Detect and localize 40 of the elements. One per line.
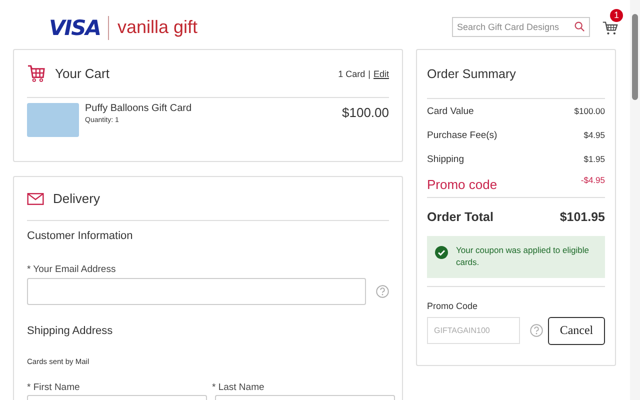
envelope-icon xyxy=(27,192,44,204)
section-heading: Shipping Address xyxy=(27,325,114,337)
edit-link[interactable]: Edit xyxy=(373,68,389,78)
line-amount: $4.95 xyxy=(584,130,605,140)
cart-icon[interactable] xyxy=(602,20,618,36)
field-label: * First Name xyxy=(27,382,81,393)
separator: | xyxy=(368,68,370,78)
promo-label: Promo Code xyxy=(427,286,605,311)
line-label: Purchase Fee(s) xyxy=(427,130,498,140)
item-name: Puffy Balloons Gift Card xyxy=(85,103,193,114)
gift-card-image xyxy=(27,103,79,137)
cart-count-badge: 1 xyxy=(610,8,623,22)
line-label: Promo code xyxy=(427,176,498,192)
search-icon[interactable] xyxy=(574,20,585,32)
line-amount: $1.95 xyxy=(584,154,605,164)
success-message: Your coupon was applied to eligible cards. xyxy=(456,245,590,269)
line-amount: $100.00 xyxy=(574,106,605,116)
help-icon[interactable] xyxy=(376,285,389,298)
search-field[interactable]: Search Gift Card Designs xyxy=(452,16,590,36)
email-input[interactable] xyxy=(27,278,366,305)
item-price: $100.00 xyxy=(342,104,389,120)
delivery-title: Delivery xyxy=(53,191,100,206)
section-heading: Customer Information xyxy=(27,230,134,242)
visa-logo: VISA xyxy=(49,16,100,40)
help-icon[interactable] xyxy=(530,324,543,338)
card-count: 1 Card xyxy=(338,68,366,78)
line-label: Card Value xyxy=(427,106,474,116)
brand-logo: vanilla gift xyxy=(117,17,198,38)
line-label: Shipping xyxy=(427,154,464,164)
field-label: * Last Name xyxy=(212,382,266,393)
total-amount: $101.95 xyxy=(560,210,605,224)
cart-icon xyxy=(27,65,46,82)
check-circle-icon xyxy=(435,246,448,259)
cancel-button[interactable]: Cancel xyxy=(548,316,605,345)
line-amount: -$4.95 xyxy=(580,175,605,185)
scrollbar[interactable] xyxy=(630,0,640,400)
field-label: * Your Email Address xyxy=(27,264,117,275)
summary-title: Order Summary xyxy=(427,50,605,99)
total-label: Order Total xyxy=(427,210,494,224)
cart-title: Your Cart xyxy=(55,66,110,81)
